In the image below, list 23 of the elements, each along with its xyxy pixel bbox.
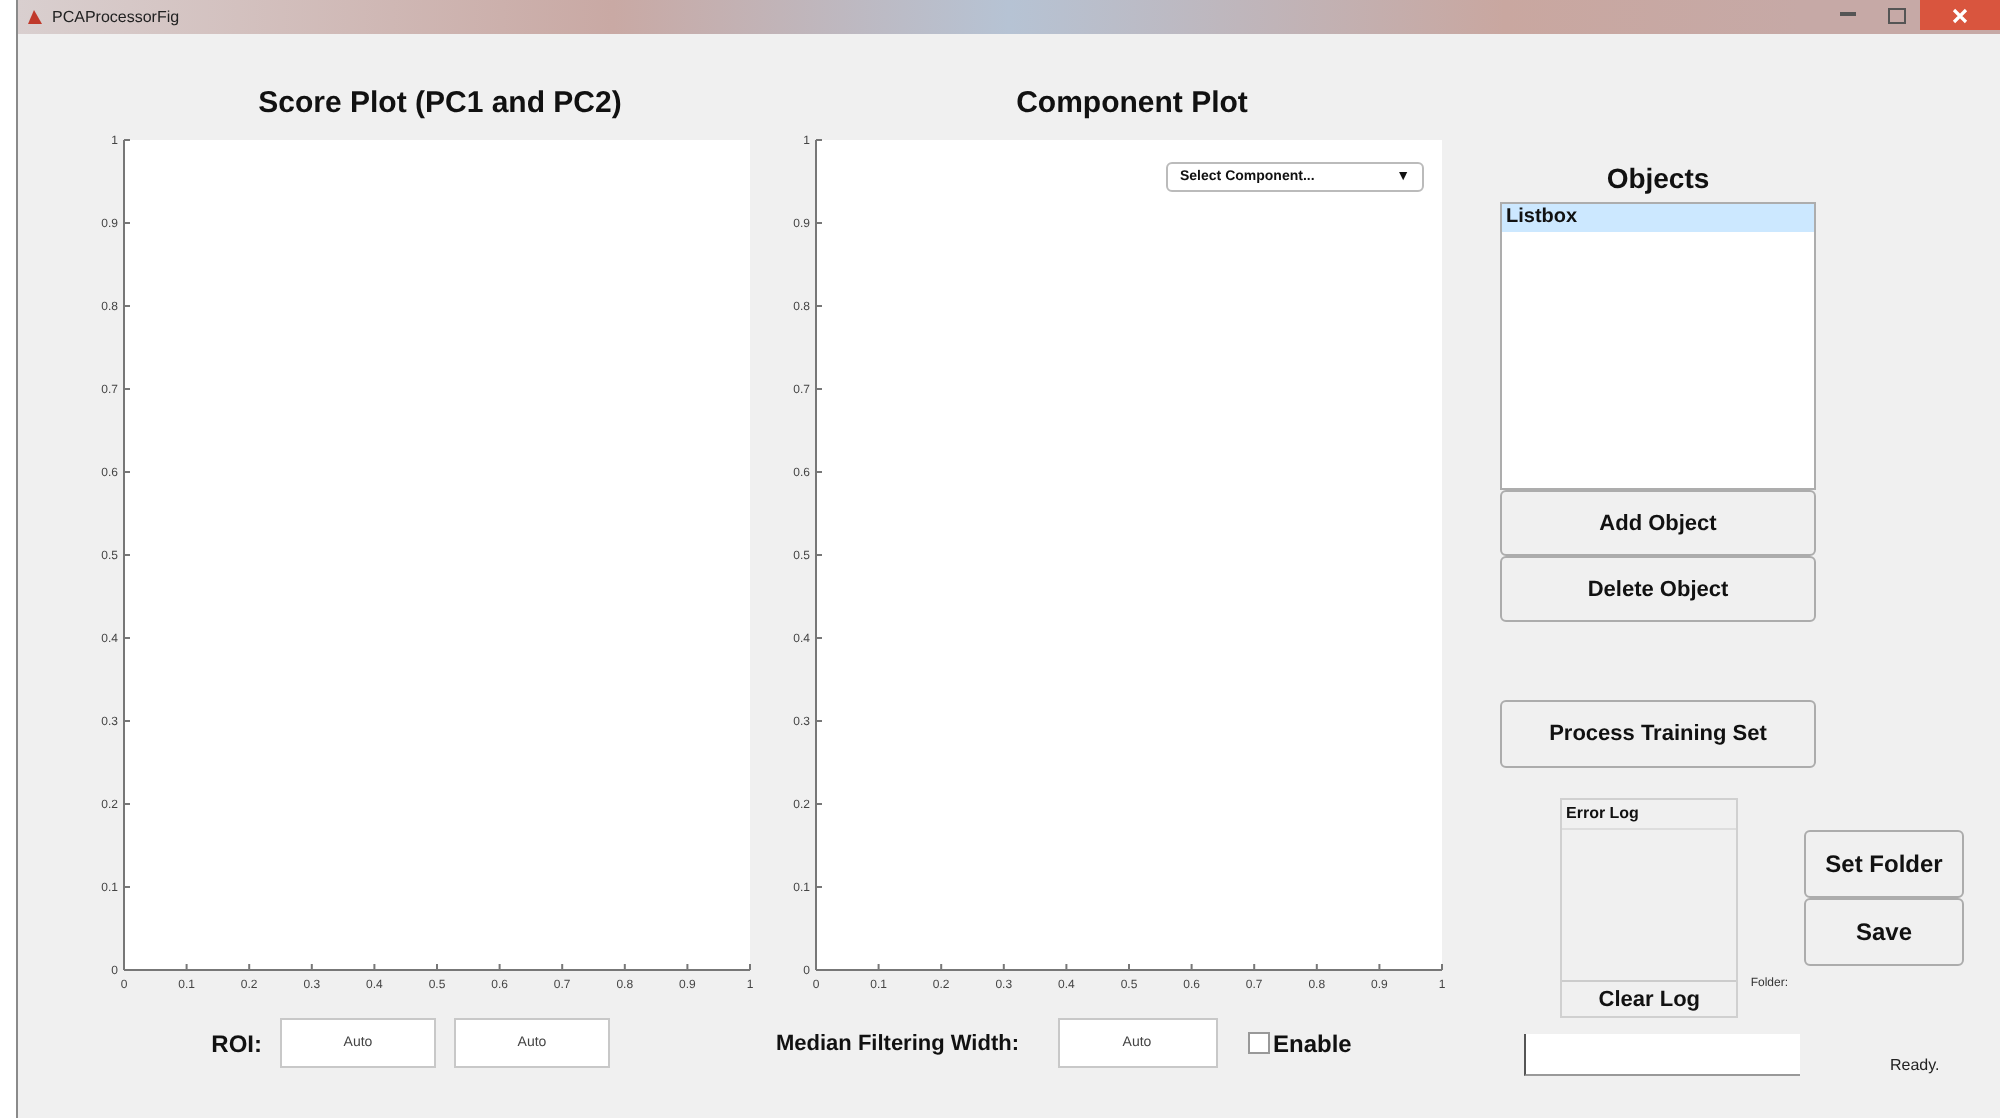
status-text: Ready. — [1890, 1056, 1940, 1074]
close-button[interactable] — [1920, 0, 2000, 30]
plot-title: Score Plot (PC1 and PC2) — [258, 86, 622, 124]
list-item[interactable]: Listbox — [1502, 204, 1814, 232]
app-icon — [26, 8, 44, 26]
window-title: PCAProcessorFig — [52, 8, 180, 26]
clear-log-button[interactable]: Clear Log — [1562, 980, 1737, 1016]
process-button[interactable]: Process Training Set — [1500, 700, 1816, 768]
objects-title: Objects — [1604, 160, 1712, 198]
plot-title: Component Plot — [1016, 86, 1248, 124]
side-button[interactable]: Set Folder — [1804, 830, 1964, 898]
object-button[interactable]: Delete Object — [1500, 556, 1816, 622]
object-listbox[interactable]: Listbox — [1500, 202, 1816, 490]
folder-path-field[interactable] — [1524, 1034, 1800, 1076]
minimize-icon — [1840, 12, 1856, 18]
object-button[interactable]: Add Object — [1500, 490, 1816, 556]
enable-checkbox[interactable]: Enable — [1247, 1029, 1352, 1057]
error-log-title: Error Log — [1562, 800, 1737, 830]
median-filter-label: Median Filtering Width: — [776, 1031, 1019, 1055]
roi-label: ROI: — [209, 1029, 262, 1057]
maximize-icon — [1887, 7, 1905, 23]
side-button[interactable]: Save — [1804, 898, 1964, 966]
close-icon — [1952, 7, 1968, 23]
